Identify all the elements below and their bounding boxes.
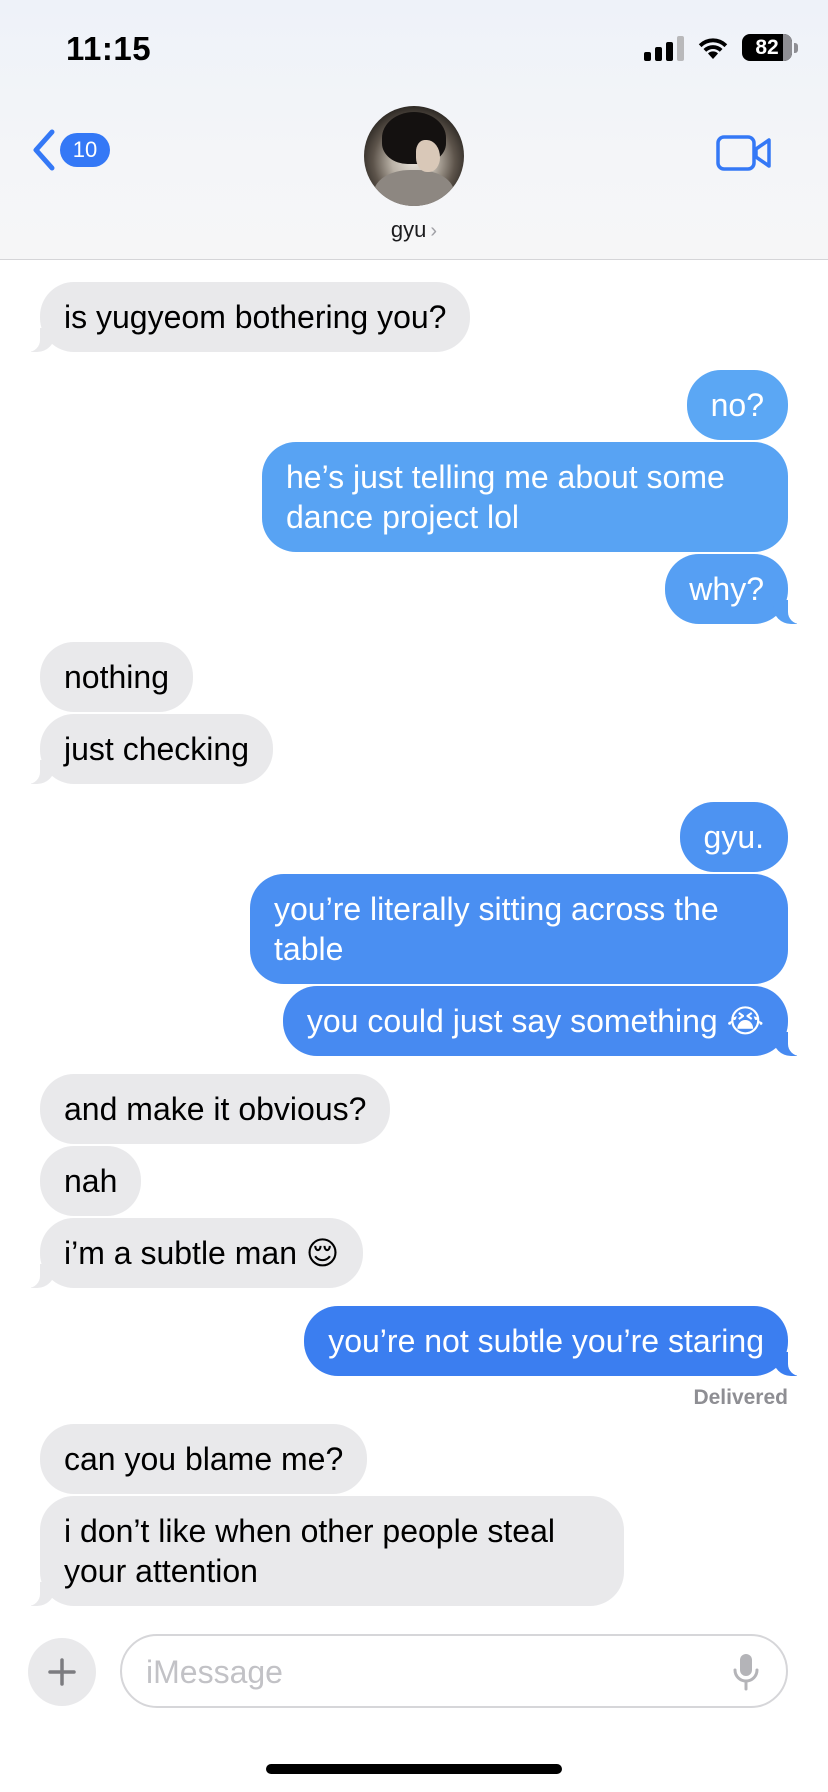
conversation-header: 11:15 82 10 gyu › — [0, 0, 828, 260]
add-attachment-button[interactable] — [28, 1638, 96, 1706]
status-indicators: 82 — [644, 34, 798, 61]
message-list[interactable]: is yugyeom bothering you? no? he’s just … — [0, 0, 828, 1792]
chevron-right-icon: › — [430, 220, 438, 242]
message-input-placeholder: iMessage — [146, 1654, 283, 1690]
message-bubble-outgoing[interactable]: no? — [686, 370, 788, 440]
battery-icon: 82 — [742, 34, 798, 61]
back-button[interactable]: 10 — [30, 128, 110, 172]
microphone-icon[interactable] — [732, 1652, 760, 1692]
message-bubble-incoming[interactable]: nothing — [40, 642, 193, 712]
battery-level: 82 — [755, 35, 779, 59]
message-bubble-incoming[interactable]: and make it obvious? — [40, 1074, 391, 1144]
message-bubble-incoming[interactable]: can you blame me? — [40, 1424, 368, 1494]
cellular-signal-icon — [644, 35, 684, 61]
video-camera-icon[interactable] — [716, 134, 772, 172]
home-indicator[interactable] — [266, 1764, 562, 1774]
message-bubble-incoming[interactable]: i don’t like when other people steal you… — [22, 1496, 624, 1606]
delivered-status: Delivered — [693, 1386, 788, 1409]
message-text: i’m a subtle man 😌 — [64, 1235, 340, 1271]
plus-icon — [48, 1658, 76, 1686]
message-bubble-incoming[interactable]: nah — [40, 1146, 142, 1216]
contact-name: gyu — [390, 217, 427, 242]
message-bubble-outgoing[interactable]: why? — [665, 554, 806, 624]
status-time: 11:15 — [66, 30, 152, 67]
message-bubble-outgoing[interactable]: you’re not subtle you’re staring — [304, 1306, 806, 1376]
message-bubble-outgoing[interactable]: you could just say something 😭 — [282, 986, 807, 1056]
message-bubble-incoming[interactable]: just checking — [22, 714, 273, 784]
message-bubble-incoming[interactable]: is yugyeom bothering you? — [21, 282, 471, 352]
chevron-left-icon — [33, 129, 55, 171]
message-bubble-outgoing[interactable]: he’s just telling me about some dance pr… — [262, 442, 788, 552]
wifi-icon — [698, 37, 728, 59]
message-input[interactable]: iMessage — [120, 1634, 788, 1708]
message-text: you could just say something 😭 — [306, 1003, 764, 1039]
message-bubble-incoming[interactable]: i’m a subtle man 😌 — [21, 1218, 364, 1288]
unread-count-badge: 10 — [60, 133, 110, 167]
contact-name-button[interactable]: gyu › — [0, 217, 828, 243]
avatar[interactable] — [364, 106, 464, 206]
message-bubble-outgoing[interactable]: gyu. — [679, 802, 788, 872]
message-bubble-outgoing[interactable]: you’re literally sitting across the tabl… — [250, 874, 788, 984]
